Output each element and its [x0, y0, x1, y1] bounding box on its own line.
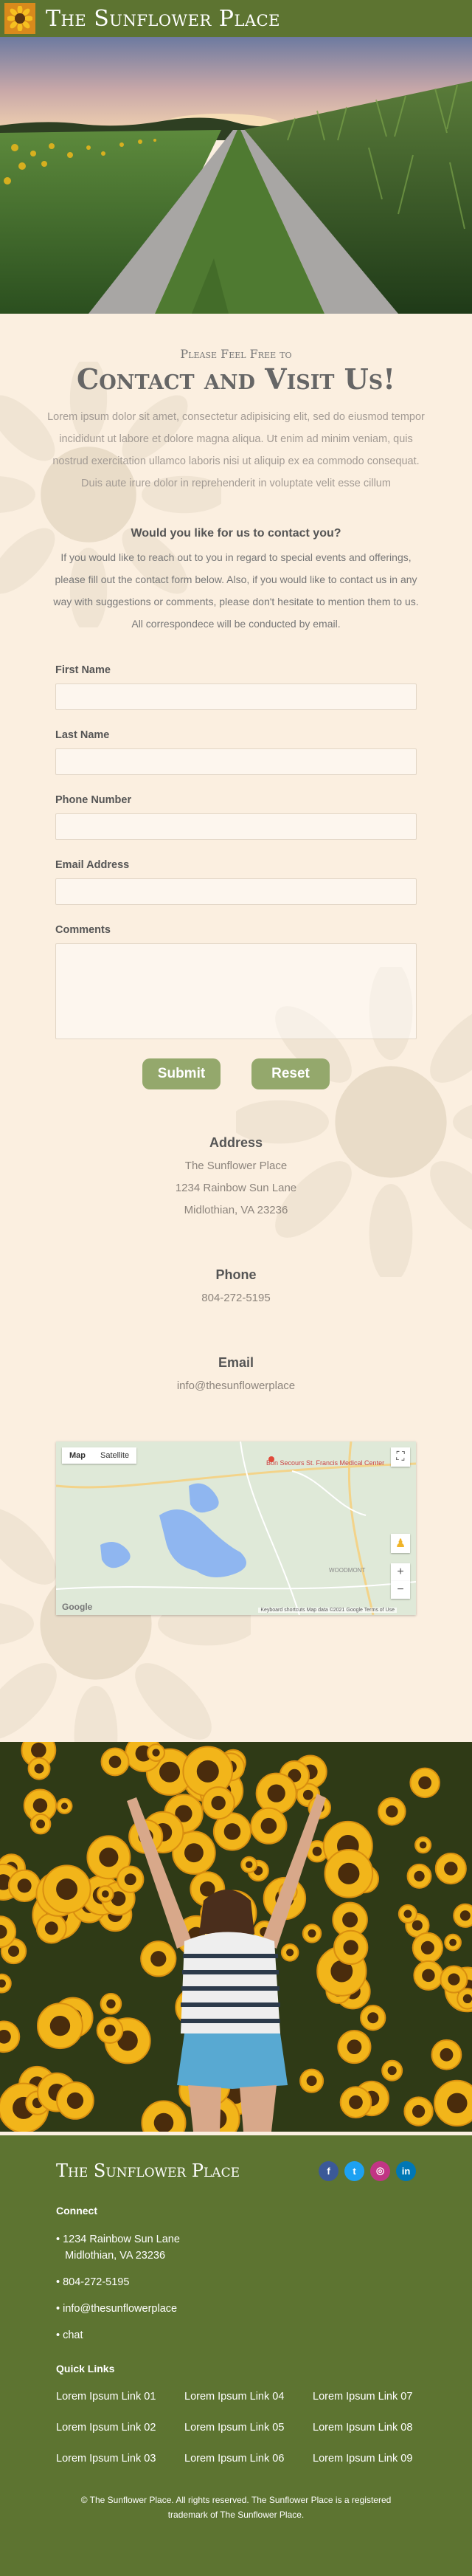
- contact-kicker: Please Feel Free to: [180, 347, 292, 361]
- quick-links-heading: Quick Links: [56, 2363, 115, 2374]
- instagram-icon[interactable]: ◎: [370, 2160, 390, 2181]
- quick-link[interactable]: Lorem Ipsum Link 05: [184, 2422, 313, 2434]
- address-block: Address The Sunflower Place 1234 Rainbow…: [0, 1135, 472, 1222]
- pegman-icon[interactable]: ♟: [391, 1534, 410, 1553]
- phone-heading: Phone: [215, 1267, 257, 1282]
- quick-link[interactable]: Lorem Ipsum Link 02: [56, 2422, 184, 2434]
- social-links: f t ◎ in: [319, 2160, 416, 2181]
- submit-button[interactable]: Submit: [142, 1058, 221, 1089]
- contact-form: First Name Last Name Phone Number Email …: [55, 664, 417, 1089]
- twitter-icon[interactable]: t: [344, 2160, 364, 2181]
- contact-intro-text: Lorem ipsum dolor sit amet, consectetur …: [47, 411, 425, 489]
- linkedin-icon[interactable]: in: [396, 2160, 416, 2181]
- site-footer: The Sunflower Place f t ◎ in Connect • 1234…: [0, 2135, 472, 2576]
- contact-explanation: If you would like to reach out to you in…: [53, 551, 419, 630]
- connect-phone[interactable]: • 804-272-5195: [56, 2274, 416, 2290]
- quick-link[interactable]: Lorem Ipsum Link 06: [184, 2453, 313, 2465]
- connect-address-line-1: 1234 Rainbow Sun Lane: [63, 2234, 180, 2245]
- last-name-label: Last Name: [55, 729, 110, 741]
- address-city: Midlothian, VA 23236: [184, 1204, 288, 1216]
- map-tab-map[interactable]: Map: [62, 1447, 93, 1464]
- email-block: Email info@thesunflowerplace: [0, 1355, 472, 1397]
- phone-number-label: Phone Number: [55, 794, 132, 806]
- quick-link[interactable]: Lorem Ipsum Link 09: [313, 2453, 441, 2465]
- address-heading: Address: [209, 1135, 263, 1150]
- connect-address[interactable]: • 1234 Rainbow Sun Lane Midlothian, VA 2…: [56, 2231, 416, 2264]
- connect-chat[interactable]: • chat: [56, 2327, 416, 2343]
- zoom-in-button[interactable]: +: [391, 1563, 410, 1581]
- email-heading: Email: [218, 1355, 254, 1370]
- quick-link[interactable]: Lorem Ipsum Link 04: [184, 2391, 313, 2403]
- zoom-out-button[interactable]: −: [391, 1581, 410, 1599]
- sunflower-field-photo: [0, 1732, 472, 2146]
- connect-chat-text: chat: [63, 2329, 83, 2341]
- fullscreen-icon[interactable]: ⛶: [391, 1447, 410, 1467]
- first-name-label: First Name: [55, 664, 111, 676]
- contact-headline: Contact and Visit Us!: [77, 362, 395, 396]
- map-area-label: WOODMONT: [329, 1567, 366, 1574]
- phone-number-field[interactable]: [55, 813, 417, 840]
- email-address[interactable]: info@thesunflowerplace: [0, 1375, 472, 1397]
- hero-image-road: [0, 37, 472, 314]
- connect-list: • 1234 Rainbow Sun Lane Midlothian, VA 2…: [56, 2231, 416, 2343]
- map-attribution[interactable]: Keyboard shortcuts Map data ©2021 Google…: [258, 1608, 397, 1613]
- reset-button[interactable]: Reset: [251, 1058, 330, 1089]
- map-tab-satellite[interactable]: Satellite: [93, 1447, 136, 1464]
- form-buttons: Submit Reset: [55, 1058, 417, 1089]
- site-logo[interactable]: [4, 3, 35, 34]
- map-poi-label[interactable]: Bon Secours St. Francis Medical Center: [266, 1459, 384, 1467]
- contact-question: Would you like for us to contact you?: [131, 527, 341, 540]
- quick-link[interactable]: Lorem Ipsum Link 08: [313, 2422, 441, 2434]
- address-name: The Sunflower Place: [184, 1160, 288, 1172]
- first-name-field[interactable]: [55, 683, 417, 710]
- quick-link[interactable]: Lorem Ipsum Link 01: [56, 2391, 184, 2403]
- comments-field[interactable]: [55, 943, 417, 1039]
- connect-email-text: info@thesunflowerplace: [63, 2303, 178, 2315]
- quick-link[interactable]: Lorem Ipsum Link 07: [313, 2391, 441, 2403]
- quick-link[interactable]: Lorem Ipsum Link 03: [56, 2453, 184, 2465]
- connect-address-line-2: Midlothian, VA 23236: [65, 2250, 166, 2262]
- copyright-notice: © The Sunflower Place. All rights reserv…: [80, 2495, 392, 2520]
- connect-heading: Connect: [56, 2205, 97, 2217]
- comments-label: Comments: [55, 924, 111, 936]
- site-title[interactable]: The Sunflower Place: [46, 6, 280, 32]
- contact-section: Please Feel Free to Contact and Visit Us…: [0, 317, 472, 1742]
- site-header: The Sunflower Place: [0, 0, 472, 37]
- connect-email[interactable]: • info@thesunflowerplace: [56, 2301, 416, 2317]
- email-address-label: Email Address: [55, 859, 130, 871]
- quick-links-grid: Lorem Ipsum Link 01 Lorem Ipsum Link 04 …: [56, 2391, 416, 2465]
- embedded-map[interactable]: Map Satellite Bon Secours St. Francis Me…: [56, 1442, 416, 1615]
- address-street: 1234 Rainbow Sun Lane: [175, 1182, 297, 1194]
- footer-title[interactable]: The Sunflower Place: [56, 2160, 240, 2181]
- phone-number[interactable]: 804-272-5195: [0, 1287, 472, 1309]
- map-type-tabs: Map Satellite: [62, 1447, 137, 1464]
- google-logo: Google: [62, 1602, 93, 1612]
- map-canvas[interactable]: [56, 1442, 416, 1615]
- sunflower-icon: [7, 6, 32, 31]
- phone-block: Phone 804-272-5195: [0, 1267, 472, 1309]
- connect-phone-text: 804-272-5195: [63, 2276, 130, 2288]
- facebook-icon[interactable]: f: [319, 2160, 339, 2181]
- last-name-field[interactable]: [55, 748, 417, 775]
- email-address-field[interactable]: [55, 878, 417, 905]
